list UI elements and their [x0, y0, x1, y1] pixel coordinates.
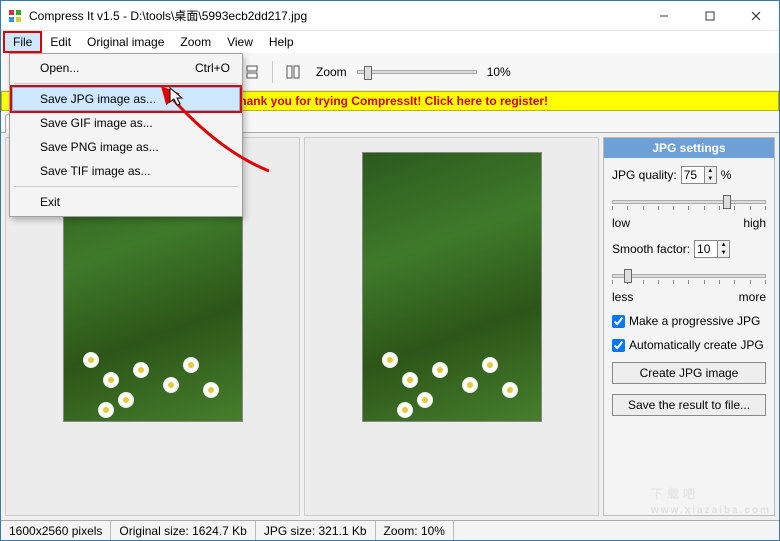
menu-save-tif[interactable]: Save TIF image as... — [12, 159, 240, 183]
smooth-spinner[interactable]: 10 ▲▼ — [694, 240, 730, 258]
status-original-size: Original size: 1624.7 Kb — [111, 521, 255, 540]
smooth-label: Smooth factor: — [612, 242, 690, 256]
app-window: Compress It v1.5 - D:\tools\桌面\5993ecb2d… — [0, 0, 780, 541]
status-bar: 1600x2560 pixels Original size: 1624.7 K… — [1, 520, 779, 540]
quality-spinner[interactable]: 75 ▲▼ — [681, 166, 717, 184]
menu-zoom[interactable]: Zoom — [172, 33, 219, 51]
status-zoom: Zoom: 10% — [376, 521, 454, 540]
compare-icon[interactable] — [280, 59, 306, 85]
minimize-button[interactable] — [641, 1, 687, 31]
menu-original-image[interactable]: Original image — [79, 33, 172, 51]
quality-slider[interactable] — [612, 194, 766, 216]
menu-save-gif[interactable]: Save GIF image as... — [12, 111, 240, 135]
close-button[interactable] — [733, 1, 779, 31]
toolbar-separator — [272, 61, 273, 83]
jpg-settings-panel: JPG settings JPG quality: 75 ▲▼ % — [603, 137, 775, 516]
zoom-label: Zoom — [316, 65, 347, 79]
maximize-button[interactable] — [687, 1, 733, 31]
zoom-value: 10% — [487, 65, 511, 79]
auto-create-checkbox[interactable]: Automatically create JPG — [612, 338, 766, 352]
menu-save-jpg[interactable]: Save JPG image as... — [12, 87, 240, 111]
menu-bar: File Edit Original image Zoom View Help — [1, 31, 779, 53]
menu-open[interactable]: Open...Ctrl+O — [12, 56, 240, 80]
menu-exit[interactable]: Exit — [12, 190, 240, 214]
menu-save-png[interactable]: Save PNG image as... — [12, 135, 240, 159]
menu-help[interactable]: Help — [261, 33, 302, 51]
save-result-button[interactable]: Save the result to file... — [612, 394, 766, 416]
create-jpg-button[interactable]: Create JPG image — [612, 362, 766, 384]
status-dimensions: 1600x2560 pixels — [1, 521, 111, 540]
status-jpg-size: JPG size: 321.1 Kb — [256, 521, 376, 540]
menu-separator — [14, 186, 238, 187]
quality-unit: % — [721, 168, 732, 182]
menu-edit[interactable]: Edit — [42, 33, 79, 51]
menu-separator — [14, 83, 238, 84]
app-icon — [7, 8, 23, 24]
quality-label: JPG quality: — [612, 168, 677, 182]
title-bar: Compress It v1.5 - D:\tools\桌面\5993ecb2d… — [1, 1, 779, 31]
window-title: Compress It v1.5 - D:\tools\桌面\5993ecb2d… — [29, 7, 641, 24]
menu-file[interactable]: File — [3, 31, 42, 53]
result-image-pane — [304, 137, 599, 516]
result-image — [362, 152, 542, 422]
smooth-slider[interactable] — [612, 268, 766, 290]
progressive-checkbox[interactable]: Make a progressive JPG — [612, 314, 766, 328]
menu-view[interactable]: View — [219, 33, 261, 51]
settings-header: JPG settings — [604, 138, 774, 158]
file-menu-dropdown: Open...Ctrl+O Save JPG image as... Save … — [9, 53, 243, 217]
zoom-slider[interactable] — [357, 70, 477, 74]
